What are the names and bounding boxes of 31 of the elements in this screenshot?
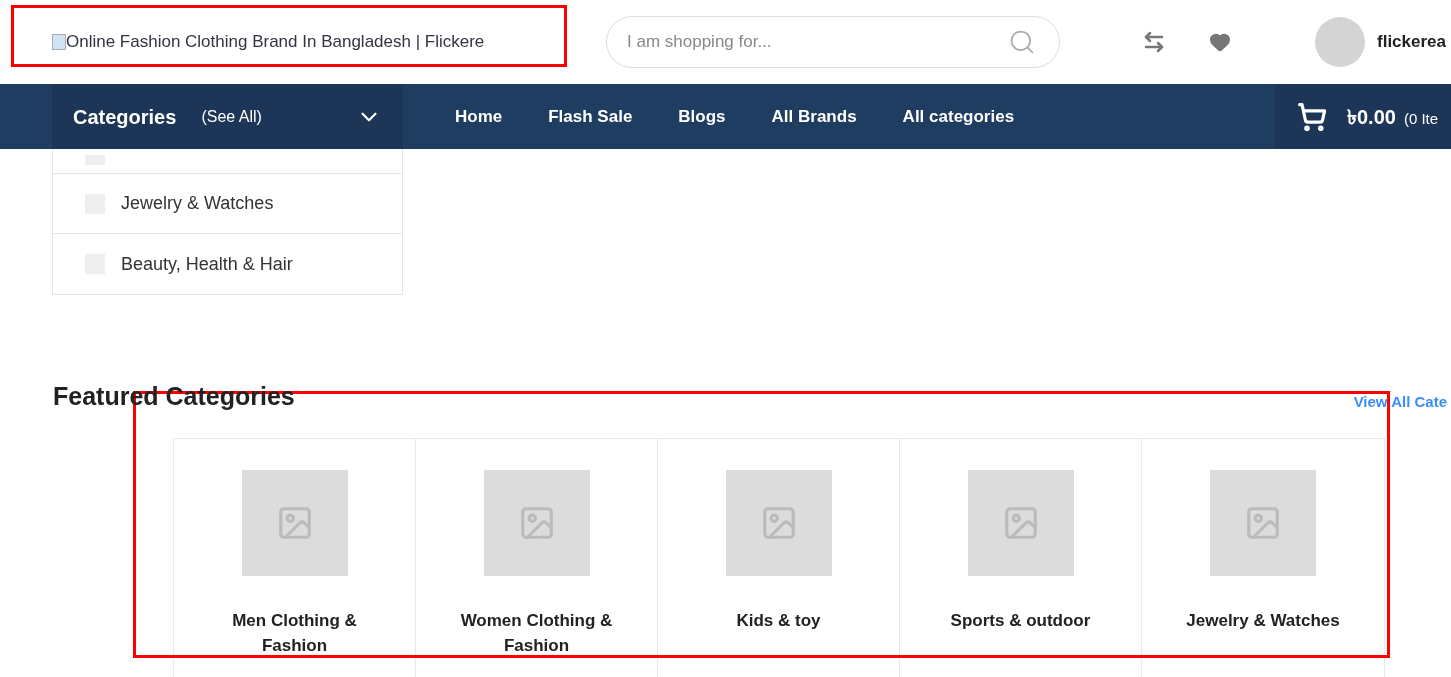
user-name[interactable]: flickerea (1377, 29, 1446, 55)
cart-button[interactable]: ৳0.00 (0 Ite (1275, 84, 1451, 149)
cart-item-count: (0 Ite (1403, 108, 1439, 129)
search-icon[interactable] (1008, 28, 1036, 56)
nav-link[interactable]: Blogs (678, 103, 726, 130)
see-all-link[interactable]: (See All) (201, 104, 262, 129)
category-card[interactable]: Men Clothing & Fashion (174, 438, 416, 677)
category-name: Sports & outdoor (949, 609, 1092, 632)
nav-link[interactable]: All categories (902, 103, 1015, 130)
category-card[interactable]: Sports & outdoor (900, 438, 1142, 677)
nav-link[interactable]: All Brands (771, 103, 857, 130)
category-name: Women Clothing & Fashion (459, 609, 614, 657)
categories-title: Categories (73, 104, 177, 130)
wishlist-icon[interactable] (1209, 31, 1231, 53)
nav-link[interactable]: Flash Sale (548, 103, 633, 130)
category-card[interactable]: Jewelry & Watches (1142, 438, 1384, 677)
nav-link[interactable]: Home (455, 103, 503, 130)
search-field[interactable]: I am shopping for... (606, 16, 1060, 68)
category-card[interactable]: Women Clothing & Fashion (416, 438, 658, 677)
category-menu-item[interactable]: Jewelry & Watches (53, 174, 402, 234)
category-name: Men Clothing & Fashion (231, 609, 358, 657)
compare-icon[interactable] (1142, 30, 1166, 54)
categories-toggle[interactable]: Categories (See All) (52, 84, 403, 149)
category-name: Jewelry & Watches (1185, 609, 1341, 632)
category-name: Kids & toy (735, 609, 822, 632)
cart-icon (1297, 101, 1327, 132)
cart-total: ৳0.00 (1347, 104, 1396, 130)
category-menu-item[interactable]: Beauty, Health & Hair (53, 234, 402, 294)
broken-image-icon (52, 34, 66, 50)
logo-alt-text[interactable]: Online Fashion Clothing Brand In Bangladesh | Flickere (66, 29, 485, 55)
category-card[interactable]: Kids & toy (658, 438, 900, 677)
